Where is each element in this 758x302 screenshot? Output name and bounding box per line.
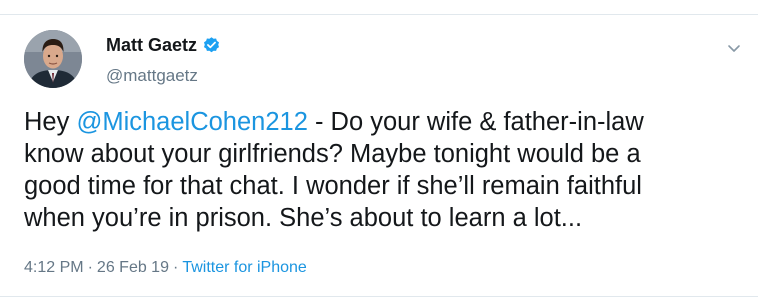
verified-badge-icon [202,36,221,55]
bottom-divider [0,296,758,297]
tweet-meta: 4:12 PM · 26 Feb 19 · Twitter for iPhone [24,257,307,279]
user-handle[interactable]: @mattgaetz [106,66,198,86]
tweet-text: Hey @MichaelCohen212 - Do your wife & fa… [24,106,744,234]
tweet-time[interactable]: 4:12 PM [24,259,84,276]
tweet-card: Matt Gaetz @mattgaetz Hey @MichaelCohen2… [0,0,758,302]
tweet-source-link[interactable]: Twitter for iPhone [182,259,307,276]
tweet-text-prefix: Hey [24,108,77,136]
avatar[interactable] [24,30,82,88]
display-name[interactable]: Matt Gaetz [106,34,197,56]
mention-link[interactable]: @MichaelCohen212 [76,108,307,136]
top-divider [0,14,758,15]
tweet-date[interactable]: 26 Feb 19 [97,259,169,276]
author-name-row[interactable]: Matt Gaetz [106,34,221,56]
chevron-down-icon[interactable] [726,42,742,54]
meta-separator: · [87,259,93,276]
meta-separator: · [172,259,179,276]
